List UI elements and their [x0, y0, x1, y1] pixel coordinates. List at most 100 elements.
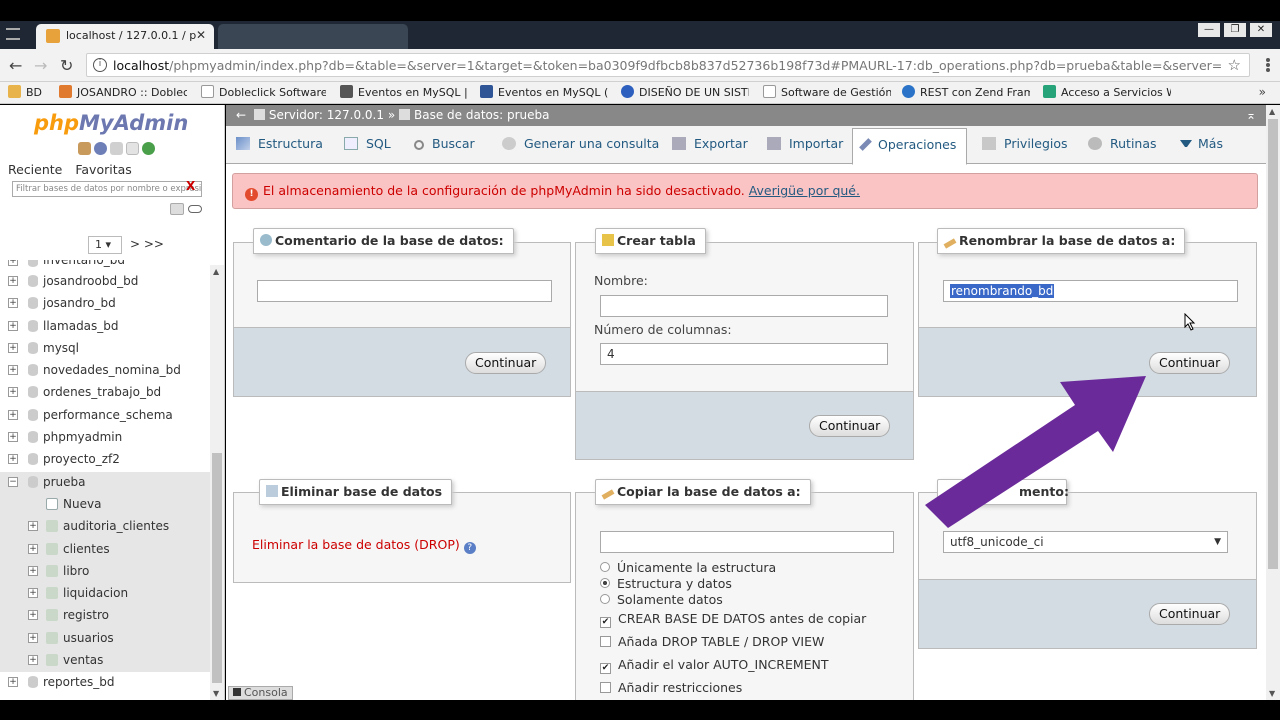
drop-database-link[interactable]: Eliminar la base de datos (DROP)?: [252, 537, 476, 554]
breadcrumb-server[interactable]: Servidor: 127.0.0.1: [269, 108, 384, 122]
bookmark-item[interactable]: Eventos en MySQL (p: [480, 85, 608, 101]
navigation-scrollbar[interactable]: ▲ ▼: [210, 265, 224, 700]
tree-item[interactable]: + inventario_bd: [0, 260, 210, 271]
tab-search[interactable]: Buscar: [414, 136, 475, 151]
tree-item[interactable]: + proyecto_zf2: [0, 449, 210, 471]
bookmark-item[interactable]: DISEÑO DE UN SISTE: [621, 85, 749, 101]
create-table-continue-button[interactable]: Continuar: [809, 415, 891, 437]
expand-icon[interactable]: +: [8, 677, 18, 688]
table-name-input[interactable]: [600, 295, 888, 317]
phpmyadmin-logo[interactable]: phpMyAdmin: [34, 111, 188, 135]
scrollbar-thumb[interactable]: [1268, 119, 1278, 569]
scrollbar-thumb[interactable]: [212, 453, 222, 683]
tree-item-table[interactable]: + libro: [0, 560, 210, 584]
expand-icon[interactable]: +: [28, 632, 38, 643]
scroll-down-icon[interactable]: ▼: [1269, 689, 1275, 698]
info-icon[interactable]: i: [93, 58, 107, 72]
bookmark-item[interactable]: BD: [8, 85, 48, 101]
minimize-icon[interactable]: —: [1198, 23, 1220, 37]
bookmark-item[interactable]: Software de Gestión: [763, 85, 891, 101]
radio-structure-only[interactable]: Únicamente la estructura: [600, 560, 776, 575]
expand-icon[interactable]: +: [28, 565, 38, 576]
collation-select[interactable]: utf8_unicode_ci ▼: [943, 531, 1228, 553]
expand-icon[interactable]: +: [8, 320, 18, 331]
radio-structure-data[interactable]: Estructura y datos: [600, 576, 732, 591]
back-arrow-icon[interactable]: ←: [236, 105, 250, 126]
notice-link[interactable]: Averigüe por qué.: [749, 183, 860, 198]
collapse-top-icon[interactable]: ⌅: [1246, 105, 1256, 126]
tab-menu-icon[interactable]: [6, 28, 20, 40]
expand-icon[interactable]: +: [28, 655, 38, 666]
page-select[interactable]: 1 ▾: [88, 236, 122, 254]
tree-item[interactable]: + mysql: [0, 338, 210, 360]
docs-icon[interactable]: [126, 142, 139, 155]
expand-icon[interactable]: +: [28, 521, 38, 532]
tree-item[interactable]: + josandro_bd: [0, 293, 210, 315]
tree-item[interactable]: + reportes_bd: [0, 672, 210, 694]
help-icon[interactable]: ?: [463, 542, 476, 554]
page-next-link[interactable]: > >>: [130, 237, 164, 251]
expand-icon[interactable]: +: [28, 610, 38, 621]
forward-arrow-icon[interactable]: →: [34, 56, 47, 75]
collapse-all-icon[interactable]: [170, 203, 184, 215]
tree-item-table[interactable]: + liquidacion: [0, 583, 210, 606]
expand-icon[interactable]: +: [8, 342, 18, 353]
home-icon[interactable]: [78, 142, 91, 155]
window-close-icon[interactable]: ✕: [1250, 23, 1272, 37]
clear-filter-icon[interactable]: X: [186, 179, 195, 193]
console-toggle[interactable]: Consola: [228, 686, 293, 700]
tab-privileges[interactable]: Privilegios: [982, 136, 1068, 151]
tree-item[interactable]: + ordenes_trabajo_bd: [0, 382, 210, 404]
check-auto-increment[interactable]: ✔ Añadir el valor AUTO_INCREMENT: [600, 657, 829, 674]
url-field[interactable]: i localhost/phpmyadmin/index.php?db=&tab…: [86, 53, 1250, 77]
check-constraints[interactable]: Añadir restricciones: [600, 680, 742, 695]
expand-icon[interactable]: +: [28, 543, 38, 554]
scroll-up-icon[interactable]: ▲: [213, 267, 219, 276]
radio-data-only[interactable]: Solamente datos: [600, 592, 723, 607]
expand-icon[interactable]: +: [8, 409, 18, 420]
collation-continue-button[interactable]: Continuar: [1149, 603, 1231, 625]
rename-continue-button[interactable]: Continuar: [1149, 352, 1231, 374]
expand-icon[interactable]: +: [8, 276, 18, 286]
help-icon[interactable]: [110, 142, 123, 155]
tree-item[interactable]: + novedades_nomina_bd: [0, 360, 210, 382]
chrome-menu-icon[interactable]: [1266, 58, 1270, 72]
bookmark-item[interactable]: JOSANDRO :: Doblecl: [59, 85, 187, 101]
tree-item-prueba[interactable]: − prueba: [0, 471, 210, 494]
tab-favorites[interactable]: Favoritas: [75, 162, 131, 177]
scroll-up-icon[interactable]: ▲: [1269, 107, 1275, 116]
bookmarks-more-icon[interactable]: »: [1259, 85, 1266, 99]
tab-close-icon[interactable]: ✕: [196, 28, 206, 42]
db-comment-input[interactable]: [257, 280, 552, 302]
tab-query[interactable]: Generar una consulta: [502, 136, 659, 151]
tree-item[interactable]: + josandroobd_bd: [0, 271, 210, 293]
browser-tab-active[interactable]: localhost / 127.0.0.1 / prueba ✕: [36, 24, 214, 49]
expand-icon[interactable]: +: [28, 588, 38, 599]
rename-db-input[interactable]: renombrando_bd: [943, 280, 1238, 302]
tree-item[interactable]: + phpmyadmin: [0, 427, 210, 449]
expand-icon[interactable]: +: [8, 260, 18, 266]
tab-operations[interactable]: Operaciones: [852, 128, 968, 165]
database-filter-input[interactable]: Filtrar bases de datos por nombre o expr…: [12, 181, 202, 197]
tree-item-table[interactable]: + auditoria_clientes: [0, 516, 210, 539]
expand-icon[interactable]: +: [8, 454, 18, 465]
comment-continue-button[interactable]: Continuar: [465, 352, 547, 374]
bookmark-item[interactable]: Acceso a Servicios W: [1043, 85, 1171, 101]
tab-more[interactable]: Más: [1180, 136, 1223, 151]
bookmark-star-icon[interactable]: ☆: [1228, 56, 1241, 74]
expand-icon[interactable]: +: [8, 387, 18, 398]
tab-export[interactable]: Exportar: [672, 136, 748, 151]
link-with-main-icon[interactable]: [188, 205, 202, 213]
browser-tab-inactive[interactable]: [218, 24, 408, 49]
expand-icon[interactable]: +: [8, 432, 18, 443]
collapse-icon[interactable]: −: [8, 476, 18, 487]
columns-input[interactable]: 4: [600, 343, 888, 365]
tree-item[interactable]: + performance_schema: [0, 405, 210, 427]
bookmark-item[interactable]: REST con Zend Fram: [902, 85, 1030, 101]
tree-item[interactable]: + llamadas_bd: [0, 316, 210, 338]
back-arrow-icon[interactable]: ←: [9, 56, 22, 75]
logout-icon[interactable]: [94, 142, 107, 155]
expand-icon[interactable]: +: [8, 365, 18, 376]
tab-sql[interactable]: SQL: [344, 136, 391, 151]
copy-db-input[interactable]: [600, 531, 894, 553]
